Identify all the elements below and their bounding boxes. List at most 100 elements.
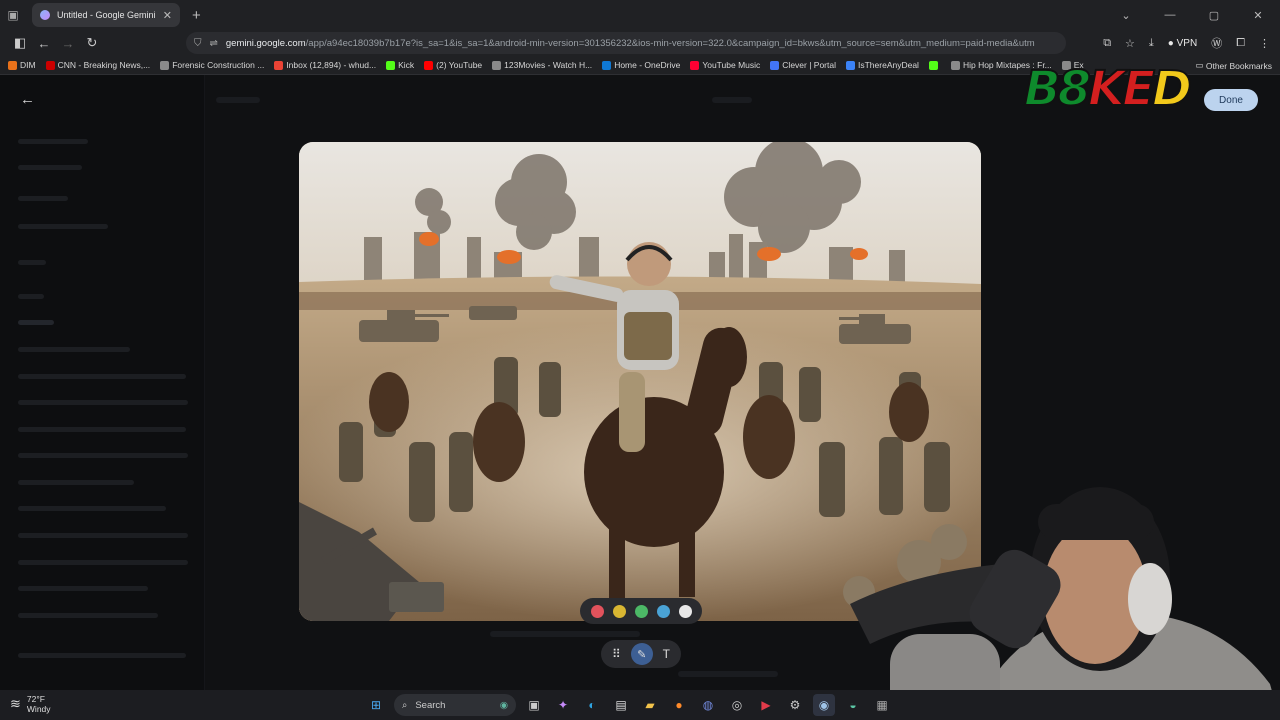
tune-icon[interactable]: ⇌ (210, 38, 218, 49)
discord-icon[interactable]: ◍ (697, 694, 719, 716)
sidebar-row[interactable] (18, 533, 188, 538)
sidebar-row[interactable] (18, 560, 188, 565)
sidebar-row[interactable] (18, 196, 68, 201)
tab-search-icon[interactable]: ▣ (0, 0, 26, 30)
extensions-icon[interactable]: ⧠ (1236, 37, 1245, 50)
sidebar-row[interactable] (18, 374, 186, 379)
color-swatch-green[interactable] (634, 604, 648, 618)
sidebar-row[interactable] (18, 613, 158, 618)
tab-title: Untitled - Google Gemini (57, 10, 156, 20)
image-caption-placeholder (490, 631, 640, 637)
bookmark-item[interactable]: Kick (386, 60, 414, 70)
edge-icon[interactable]: ◐ (581, 694, 603, 716)
bookmark-item[interactable]: DIM (8, 60, 36, 70)
address-bar[interactable]: ⛉ ⇌ gemini.google.com/app/a94ec18039b7b1… (186, 32, 1066, 54)
site-info-icon[interactable]: ⛉ (194, 38, 202, 49)
logo-letter: D (1151, 61, 1193, 117)
windows-start-icon[interactable]: ⊞ (365, 694, 387, 716)
chrome-icon[interactable]: ◎ (726, 694, 748, 716)
text-tool-button[interactable]: T (663, 647, 670, 661)
bookmark-favicon-icon (690, 60, 700, 70)
sidebar-row[interactable] (18, 294, 44, 299)
bookmark-item[interactable]: (2) YouTube (424, 60, 482, 70)
url-host: gemini.google.com (225, 37, 306, 49)
markup-toolbar: ⠿ ✎ T (601, 640, 681, 668)
color-swatch-blue[interactable] (656, 604, 670, 618)
streamer-logo: B8KED (1023, 61, 1224, 117)
screen: ▣ Untitled - Google Gemini ✕ + ⌄ — ▢ ✕ ◧… (0, 0, 1280, 720)
sidebar-row[interactable] (18, 320, 54, 325)
bookmark-item[interactable]: CNN - Breaking News,... (45, 60, 150, 70)
profile-icon[interactable]: Ⓦ (1211, 35, 1222, 51)
close-window-button[interactable]: ✕ (1236, 9, 1280, 22)
drag-handle-icon[interactable]: ⠿ (612, 647, 621, 661)
color-swatch-white[interactable] (678, 604, 692, 618)
download-icon[interactable]: ⤓ (1149, 37, 1154, 50)
steam-icon[interactable]: ◉ (813, 694, 835, 716)
sidebar-row[interactable] (18, 224, 108, 229)
file-explorer-icon[interactable]: ▰ (639, 694, 661, 716)
sidebar-row[interactable] (18, 427, 186, 432)
sidebar-row[interactable] (18, 453, 188, 458)
vpn-button[interactable]: ● VPN (1168, 38, 1197, 49)
bookmark-label: YouTube Music (702, 60, 761, 70)
webcam-person-image (850, 487, 1280, 720)
sidebar-row[interactable] (18, 139, 88, 144)
bookmark-item[interactable] (928, 60, 941, 70)
sidebar-row[interactable] (18, 347, 130, 352)
canvas-title-placeholder (216, 97, 260, 103)
sidebar-row[interactable] (18, 586, 148, 591)
bookmark-label: DIM (20, 60, 36, 70)
bookmark-favicon-icon (950, 60, 960, 70)
new-tab-button[interactable]: + (192, 7, 201, 24)
color-palette (580, 598, 702, 624)
menu-icon[interactable]: ⋮ (1259, 37, 1270, 50)
bookmark-item[interactable]: Forensic Construction ... (160, 60, 264, 70)
forward-icon[interactable]: → (56, 36, 80, 51)
settings-gear-icon[interactable]: ⚙ (784, 694, 806, 716)
bookmark-item[interactable]: Inbox (12,894) - whud... (274, 60, 376, 70)
sidebar-row[interactable] (18, 260, 46, 265)
weather-condition: Windy (26, 704, 51, 714)
bookmark-favicon-icon (770, 60, 780, 70)
media-player-icon[interactable]: ▶ (755, 694, 777, 716)
bookmark-item[interactable]: IsThereAnyDeal (846, 60, 919, 70)
store-icon[interactable]: ▤ (610, 694, 632, 716)
sidebar-row[interactable] (18, 400, 188, 405)
color-swatch-red[interactable] (590, 604, 604, 618)
bookmark-label: 123Movies - Watch H... (504, 60, 593, 70)
tab-gemini[interactable]: Untitled - Google Gemini ✕ (32, 3, 180, 27)
bookmark-item[interactable]: Home - OneDrive (602, 60, 680, 70)
search-placeholder: Search (415, 699, 446, 711)
taskbar-search[interactable]: ⌕ Search ◉ (394, 694, 516, 716)
bookmark-favicon-icon (274, 60, 284, 70)
bookmark-item[interactable]: Clever | Portal (770, 60, 836, 70)
firefox-icon[interactable]: ● (668, 694, 690, 716)
browser-globe-icon[interactable]: ◒ (842, 694, 864, 716)
bookmark-star-icon[interactable]: ☆ (1125, 37, 1135, 50)
draw-tool-icon[interactable]: ✎ (630, 643, 653, 665)
weather-widget[interactable]: ≋ 72°F Windy (10, 694, 51, 714)
sidebar-toggle-icon[interactable]: ◧ (8, 35, 32, 51)
maximize-button[interactable]: ▢ (1192, 9, 1236, 22)
back-icon[interactable]: ← (32, 36, 56, 51)
app-icon[interactable]: ▦ (871, 694, 893, 716)
bookmark-item[interactable]: 123Movies - Watch H... (492, 60, 592, 70)
reload-icon[interactable]: ↻ (80, 35, 104, 51)
tab-list-icon[interactable]: ⌄ (1104, 9, 1148, 22)
bookmark-favicon-icon (846, 60, 855, 70)
settings-row[interactable] (18, 653, 186, 658)
search-icon: ⌕ (402, 699, 408, 711)
sidebar-row[interactable] (18, 480, 134, 485)
color-swatch-yellow[interactable] (612, 604, 626, 618)
minimize-button[interactable]: — (1148, 9, 1192, 21)
sidebar-row[interactable] (18, 165, 82, 170)
copilot-icon[interactable]: ✦ (552, 694, 574, 716)
sidebar-row[interactable] (18, 506, 166, 511)
task-view-icon[interactable]: ▣ (523, 694, 545, 716)
install-app-icon[interactable]: ⧉ (1103, 37, 1111, 50)
back-arrow-icon[interactable]: ← (20, 91, 35, 108)
close-tab-icon[interactable]: ✕ (163, 9, 172, 22)
gemini-favicon-icon (40, 10, 50, 20)
bookmark-item[interactable]: YouTube Music (690, 60, 760, 70)
